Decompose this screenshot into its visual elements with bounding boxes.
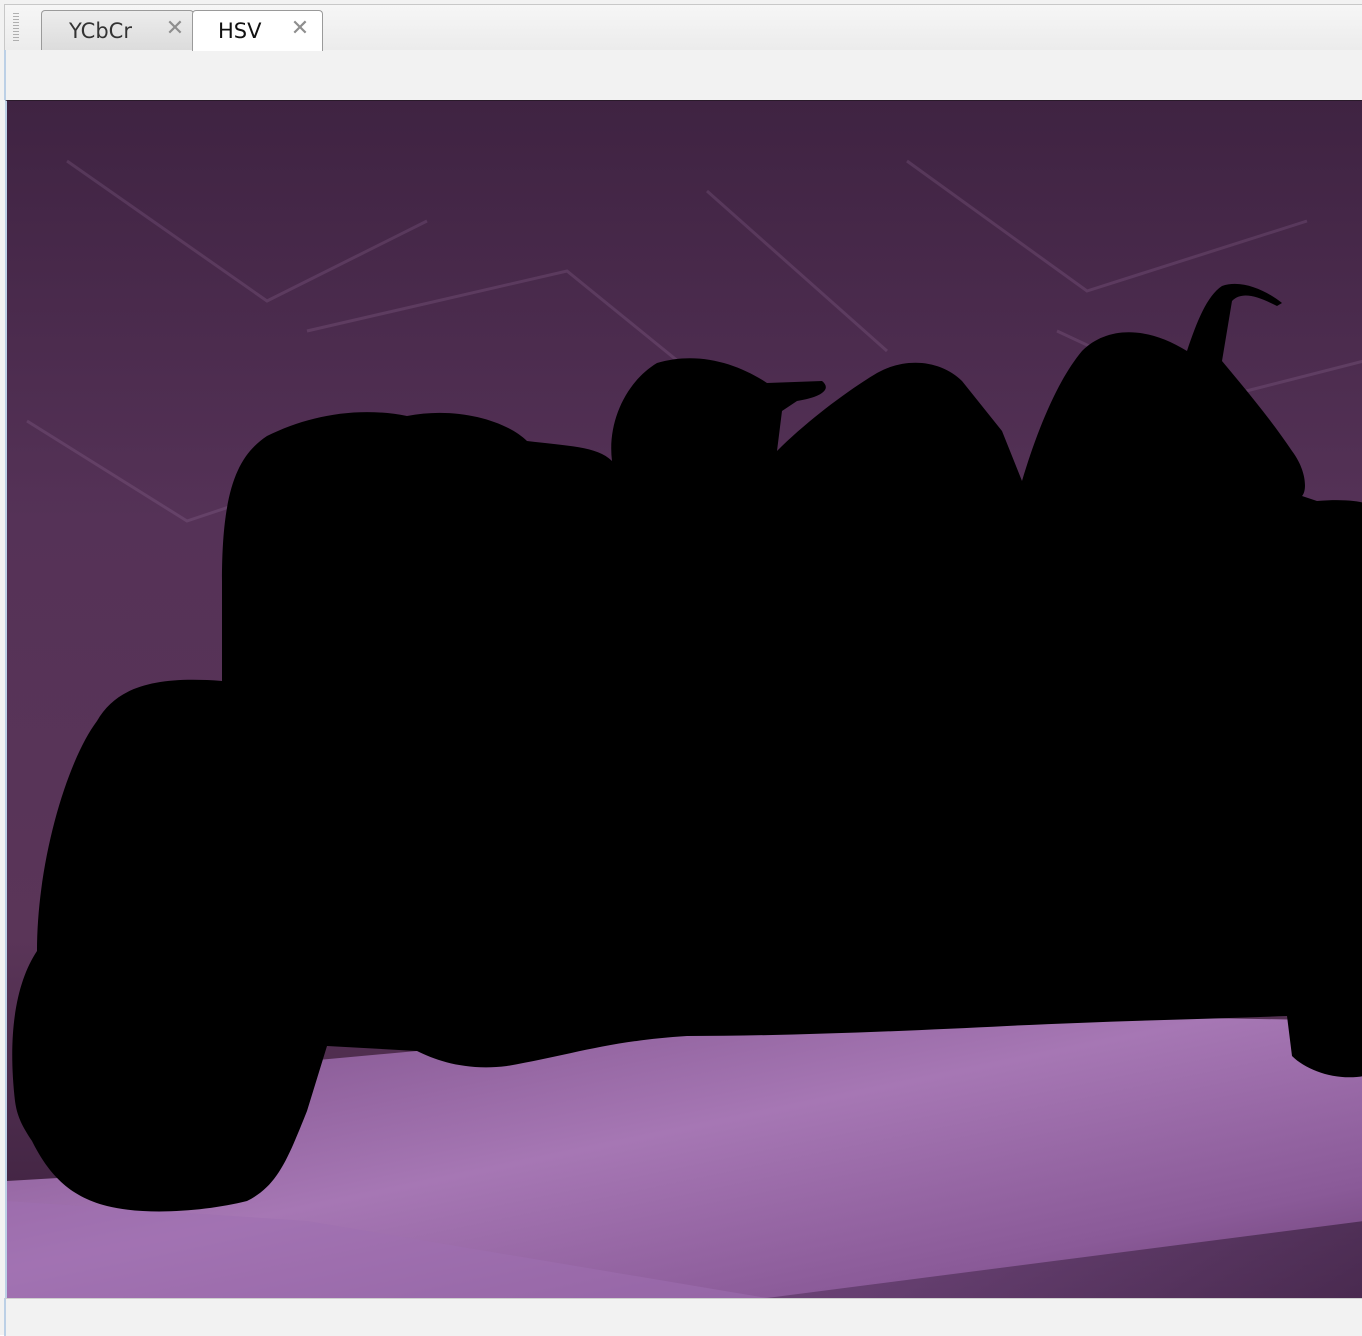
tab-hsv[interactable]: HSV ✕ [192, 10, 323, 51]
close-icon[interactable]: ✕ [289, 18, 311, 40]
toolbar-area [4, 50, 1362, 100]
image-display[interactable] [5, 100, 1362, 1298]
status-bar [4, 1298, 1362, 1336]
segmented-image [7, 101, 1362, 1298]
tab-strip: YCbCr ✕ HSV ✕ [4, 4, 1362, 51]
tab-ycbcr-label: YCbCr [69, 19, 132, 43]
app-window: YCbCr ✕ HSV ✕ [0, 0, 1362, 1336]
tab-ycbcr[interactable]: YCbCr ✕ [41, 10, 194, 50]
close-icon[interactable]: ✕ [164, 18, 186, 40]
drag-grip-icon[interactable] [13, 13, 19, 43]
tab-hsv-label: HSV [218, 19, 262, 43]
